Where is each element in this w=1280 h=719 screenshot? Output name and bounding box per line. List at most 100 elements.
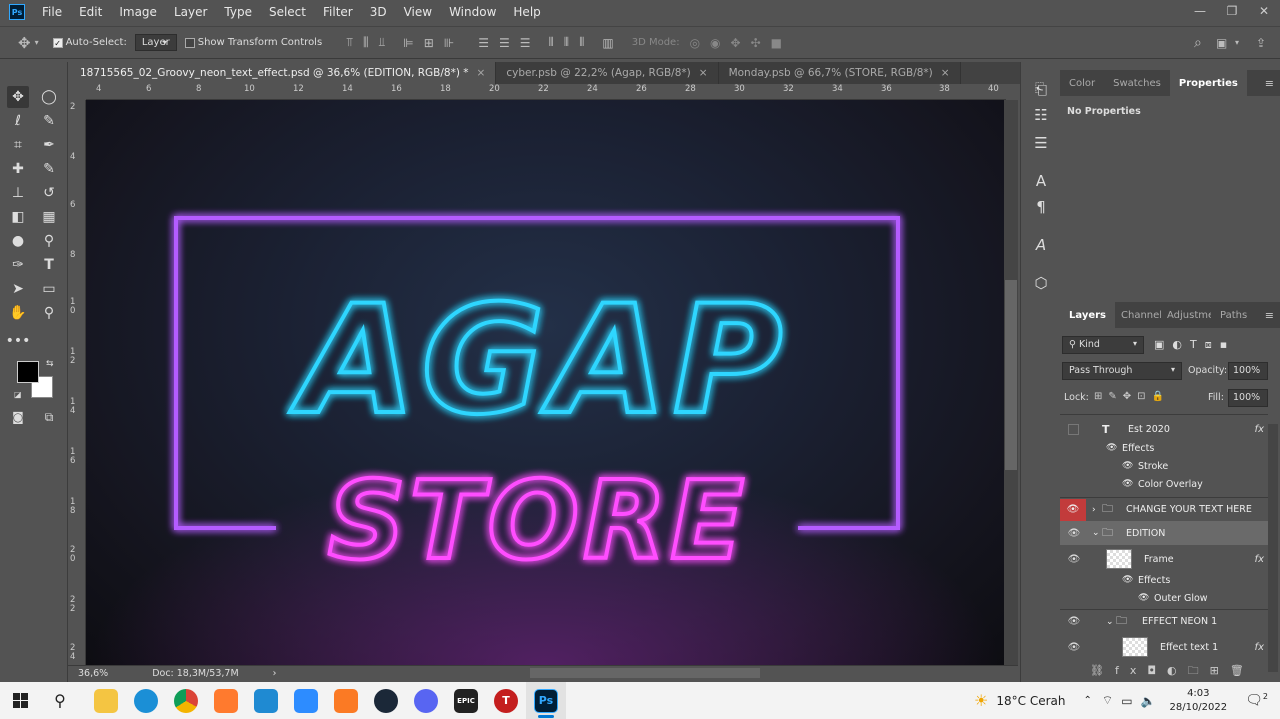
close-icon[interactable]: × bbox=[699, 67, 708, 79]
gradient-tool-icon[interactable]: ▦ bbox=[38, 206, 60, 228]
lasso-tool-icon[interactable]: ℓ bbox=[7, 110, 29, 132]
clock[interactable]: 4:03 28/10/2022 bbox=[1169, 687, 1227, 715]
chevron-down-icon[interactable]: ⌄ bbox=[1092, 528, 1100, 538]
panel-menu-icon[interactable]: ≡ bbox=[1265, 70, 1280, 96]
menu-window[interactable]: Window bbox=[449, 5, 496, 19]
tab-monday[interactable]: Monday.psb @ 66,7% (STORE, RGB/8*) × bbox=[718, 62, 961, 84]
align-bottom-icon[interactable]: ⫫ bbox=[379, 35, 386, 50]
close-icon[interactable]: × bbox=[477, 67, 486, 79]
share-icon[interactable]: ⇪ bbox=[1256, 36, 1266, 50]
horizontal-scroll-thumb[interactable] bbox=[530, 668, 760, 678]
fx-icon[interactable]: fx bbox=[1255, 554, 1264, 565]
vscode-icon[interactable] bbox=[246, 682, 286, 719]
eye-icon[interactable]: 👁 bbox=[1066, 642, 1082, 653]
tab-cyber[interactable]: cyber.psb @ 22,2% (Agap, RGB/8*) × bbox=[496, 62, 719, 84]
rectangle-tool-icon[interactable]: ▭ bbox=[38, 278, 60, 300]
epic-games-icon[interactable]: EPIC bbox=[446, 682, 486, 719]
eye-icon[interactable]: 👁 bbox=[1106, 443, 1117, 453]
blend-mode-dropdown[interactable]: Pass Through ▾ bbox=[1062, 362, 1182, 380]
panel-menu-icon[interactable]: ≡ bbox=[1265, 302, 1280, 328]
screen-mode-icon[interactable]: ⧉ bbox=[38, 406, 60, 428]
character-icon[interactable]: A bbox=[1031, 172, 1051, 192]
drag-3d-icon[interactable]: ✥ bbox=[731, 36, 741, 50]
close-button[interactable]: ✕ bbox=[1248, 0, 1280, 22]
distribute-vcenter-icon[interactable]: ☰ bbox=[499, 36, 510, 50]
chevron-down-icon[interactable]: ▾ bbox=[1235, 38, 1239, 47]
eye-icon[interactable]: 👁 bbox=[1138, 593, 1149, 603]
wifi-icon[interactable]: ⌔ bbox=[1102, 693, 1113, 708]
foreground-color-swatch[interactable] bbox=[17, 361, 39, 383]
adjustments-icon[interactable]: ☷ bbox=[1031, 106, 1051, 126]
tab-color[interactable]: Color bbox=[1060, 70, 1104, 96]
paint-icon[interactable] bbox=[206, 682, 246, 719]
zoom-tool-icon[interactable]: ⚲ bbox=[38, 302, 60, 324]
toolbox-icon[interactable]: T bbox=[486, 682, 526, 719]
move-tool-icon[interactable]: ✥ bbox=[7, 86, 29, 108]
hand-tool-icon[interactable]: ✋ bbox=[7, 302, 29, 324]
marquee-tool-icon[interactable]: ◯ bbox=[38, 86, 60, 108]
workspace-icon[interactable]: ▣ bbox=[1216, 36, 1227, 50]
search-icon[interactable]: ⌕ bbox=[1194, 35, 1202, 51]
eye-icon[interactable]: 👁 bbox=[1066, 554, 1082, 565]
minimize-button[interactable]: — bbox=[1184, 0, 1216, 22]
clone-stamp-icon[interactable]: ⊥ bbox=[7, 182, 29, 204]
path-select-icon[interactable]: ➤ bbox=[7, 278, 29, 300]
weather-text[interactable]: 18°C Cerah bbox=[996, 694, 1065, 708]
file-explorer-icon[interactable] bbox=[86, 682, 126, 719]
fx-icon[interactable]: fx bbox=[1255, 642, 1264, 653]
lock-icons[interactable]: ⊞✎✥⊡🔒 bbox=[1094, 391, 1170, 402]
group-row[interactable]: 👁 › 🗀 CHANGE YOUR TEXT HERE bbox=[1060, 497, 1268, 521]
show-transform-checkbox[interactable]: Show Transform Controls bbox=[184, 37, 322, 48]
distribute-top-icon[interactable]: ☰ bbox=[478, 36, 489, 50]
glyphs-icon[interactable]: A bbox=[1031, 236, 1051, 256]
auto-select-checkbox[interactable]: ✓ Auto-Select: bbox=[52, 37, 127, 48]
move-tool-icon[interactable]: ✥ bbox=[18, 34, 31, 52]
paragraph-icon[interactable]: ¶ bbox=[1031, 198, 1051, 218]
menu-layer[interactable]: Layer bbox=[174, 5, 207, 19]
more-tools-icon[interactable]: ••• bbox=[6, 330, 31, 352]
chevron-right-icon[interactable]: › bbox=[1092, 505, 1096, 515]
discord-icon[interactable] bbox=[406, 682, 446, 719]
menu-select[interactable]: Select bbox=[269, 5, 306, 19]
group-row[interactable]: 👁 ⌄ 🗀 EFFECT NEON 1 bbox=[1060, 609, 1268, 633]
layers-scrollbar[interactable] bbox=[1268, 424, 1278, 672]
volume-icon[interactable]: 🔈 bbox=[1141, 694, 1156, 708]
quick-mask-icon[interactable]: ◙ bbox=[7, 406, 29, 428]
blur-tool-icon[interactable]: ● bbox=[7, 230, 29, 252]
sliders-icon[interactable]: ☰ bbox=[1031, 134, 1051, 154]
align-vcenter-icon[interactable]: ⫼ bbox=[363, 35, 369, 50]
scale-3d-icon[interactable]: ■ bbox=[771, 36, 782, 50]
auto-align-icon[interactable]: ▥ bbox=[602, 36, 613, 50]
group-row-selected[interactable]: 👁 ⌄ 🗀 EDITION bbox=[1060, 521, 1268, 545]
brush-tool-icon[interactable]: ✎ bbox=[38, 158, 60, 180]
battery-icon[interactable]: ▭ bbox=[1121, 694, 1132, 708]
opacity-input[interactable]: 100% bbox=[1228, 362, 1268, 380]
eye-icon[interactable]: 👁 bbox=[1122, 461, 1133, 471]
photoshop-taskbar-icon[interactable]: Ps bbox=[526, 682, 566, 719]
layer-row[interactable]: 👁 Effect text 1 fx bbox=[1060, 635, 1268, 659]
effect-row[interactable]: 👁 Color Overlay bbox=[1060, 475, 1268, 493]
tab-adjustments[interactable]: Adjustments bbox=[1161, 302, 1211, 328]
align-top-icon[interactable]: ⫪ bbox=[346, 35, 353, 50]
menu-type[interactable]: Type bbox=[224, 5, 252, 19]
tab-swatches[interactable]: Swatches bbox=[1104, 70, 1170, 96]
effects-row[interactable]: 👁 Effects bbox=[1060, 439, 1268, 457]
effects-row[interactable]: 👁 Effects bbox=[1060, 571, 1268, 589]
menu-image[interactable]: Image bbox=[119, 5, 157, 19]
eye-icon[interactable]: 👁 bbox=[1066, 528, 1082, 539]
vertical-scroll-thumb[interactable] bbox=[1005, 280, 1017, 470]
chevron-down-icon[interactable]: ⌄ bbox=[1106, 617, 1114, 627]
layer-row[interactable]: T Est 2020 fx bbox=[1060, 417, 1268, 441]
search-icon[interactable]: ⚲ bbox=[40, 682, 80, 719]
distribute-bottom-icon[interactable]: ☰ bbox=[520, 36, 531, 50]
healing-brush-icon[interactable]: ✚ bbox=[7, 158, 29, 180]
tab-properties[interactable]: Properties bbox=[1169, 70, 1247, 96]
restore-button[interactable]: ❐ bbox=[1216, 0, 1248, 22]
menu-file[interactable]: File bbox=[42, 5, 62, 19]
align-hcenter-icon[interactable]: ⊞ bbox=[424, 36, 434, 50]
distribute-hcenter-icon[interactable]: ⦀ bbox=[564, 35, 569, 50]
menu-edit[interactable]: Edit bbox=[79, 5, 102, 19]
chrome-icon[interactable] bbox=[166, 682, 206, 719]
menu-3d[interactable]: 3D bbox=[370, 5, 387, 19]
align-left-icon[interactable]: ⊫ bbox=[403, 36, 413, 50]
